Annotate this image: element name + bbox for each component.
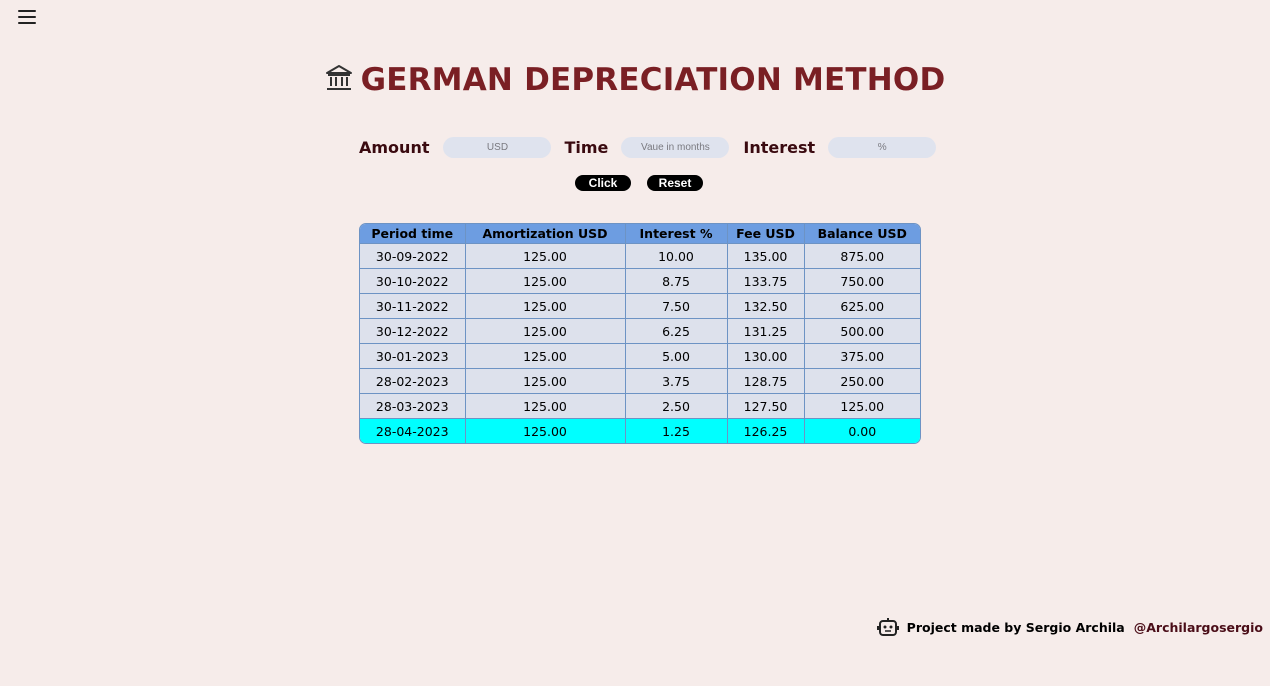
interest-cell: 10.00	[625, 243, 728, 269]
period-cell: 30-11-2022	[360, 293, 466, 319]
amortization-cell: 125.00	[465, 418, 626, 443]
interest-cell: 1.25	[625, 418, 728, 443]
balance-cell: 500.00	[804, 318, 920, 344]
button-group: Click Reset	[575, 175, 703, 191]
period-cell: 28-04-2023	[360, 418, 466, 443]
final-table-row: 28-04-2023 125.00 1.25 126.25 0.00	[360, 418, 920, 443]
amortization-cell: 125.00	[465, 268, 626, 294]
hamburger-menu-icon[interactable]	[18, 10, 36, 24]
fee-cell: 133.75	[727, 268, 805, 294]
fee-cell: 132.50	[727, 293, 805, 319]
amortization-cell: 125.00	[465, 293, 626, 319]
table-row: 28-03-2023 125.00 2.50 127.50 125.00	[360, 393, 920, 419]
interest-cell: 6.25	[625, 318, 728, 344]
table-row: 30-11-2022 125.00 7.50 132.50 625.00	[360, 293, 920, 319]
period-cell: 30-09-2022	[360, 243, 466, 269]
fee-cell: 130.00	[727, 343, 805, 369]
click-button[interactable]: Click	[575, 175, 631, 191]
amortization-cell: 125.00	[465, 368, 626, 394]
header: GERMAN DEPRECIATION METHOD	[0, 62, 1270, 98]
column-header-amortization: Amortization USD	[465, 224, 626, 244]
interest-cell: 7.50	[625, 293, 728, 319]
footer: Project made by Sergio Archila @Archilar…	[876, 617, 1263, 637]
table-header-row: Period time Amortization USD Interest % …	[360, 224, 920, 244]
fee-cell: 131.25	[727, 318, 805, 344]
amortization-table: Period time Amortization USD Interest % …	[359, 223, 921, 444]
amortization-cell: 125.00	[465, 243, 626, 269]
fee-cell: 126.25	[727, 418, 805, 443]
table-row: 30-09-2022 125.00 10.00 135.00 875.00	[360, 243, 920, 269]
column-header-interest: Interest %	[625, 224, 728, 244]
period-cell: 28-03-2023	[360, 393, 466, 419]
author-link[interactable]: @Archilargosergio	[1134, 620, 1263, 635]
table-row: 30-01-2023 125.00 5.00 130.00 375.00	[360, 343, 920, 369]
table-row: 30-12-2022 125.00 6.25 131.25 500.00	[360, 318, 920, 344]
period-cell: 28-02-2023	[360, 368, 466, 394]
page-title: GERMAN DEPRECIATION METHOD	[360, 62, 946, 98]
interest-cell: 5.00	[625, 343, 728, 369]
period-cell: 30-12-2022	[360, 318, 466, 344]
column-header-period: Period time	[360, 224, 466, 244]
balance-cell: 125.00	[804, 393, 920, 419]
period-cell: 30-01-2023	[360, 343, 466, 369]
column-header-fee: Fee USD	[727, 224, 805, 244]
table-row: 30-10-2022 125.00 8.75 133.75 750.00	[360, 268, 920, 294]
fee-cell: 135.00	[727, 243, 805, 269]
table-row: 28-02-2023 125.00 3.75 128.75 250.00	[360, 368, 920, 394]
bank-icon	[325, 65, 352, 90]
amount-input[interactable]	[443, 137, 552, 158]
column-header-balance: Balance USD	[804, 224, 920, 244]
period-cell: 30-10-2022	[360, 268, 466, 294]
reset-button[interactable]: Reset	[647, 175, 703, 191]
robot-icon	[876, 618, 899, 636]
interest-label: Interest	[743, 138, 816, 157]
amortization-cell: 125.00	[465, 318, 626, 344]
menu-line	[18, 10, 36, 12]
fee-cell: 127.50	[727, 393, 805, 419]
amortization-cell: 125.00	[465, 343, 626, 369]
footer-credit: Project made by Sergio Archila	[906, 619, 1125, 635]
balance-cell: 875.00	[804, 243, 920, 269]
interest-cell: 2.50	[625, 393, 728, 419]
time-input[interactable]	[621, 137, 730, 158]
balance-cell: 750.00	[804, 268, 920, 294]
amortization-cell: 125.00	[465, 393, 626, 419]
balance-cell: 0.00	[804, 418, 920, 443]
input-form: Amount Time Interest	[359, 137, 937, 158]
amount-label: Amount	[359, 138, 430, 157]
balance-cell: 250.00	[804, 368, 920, 394]
interest-cell: 8.75	[625, 268, 728, 294]
interest-input[interactable]	[828, 137, 937, 158]
interest-cell: 3.75	[625, 368, 728, 394]
balance-cell: 625.00	[804, 293, 920, 319]
time-label: Time	[564, 138, 609, 157]
menu-line	[18, 16, 36, 18]
balance-cell: 375.00	[804, 343, 920, 369]
menu-line	[18, 22, 36, 24]
fee-cell: 128.75	[727, 368, 805, 394]
